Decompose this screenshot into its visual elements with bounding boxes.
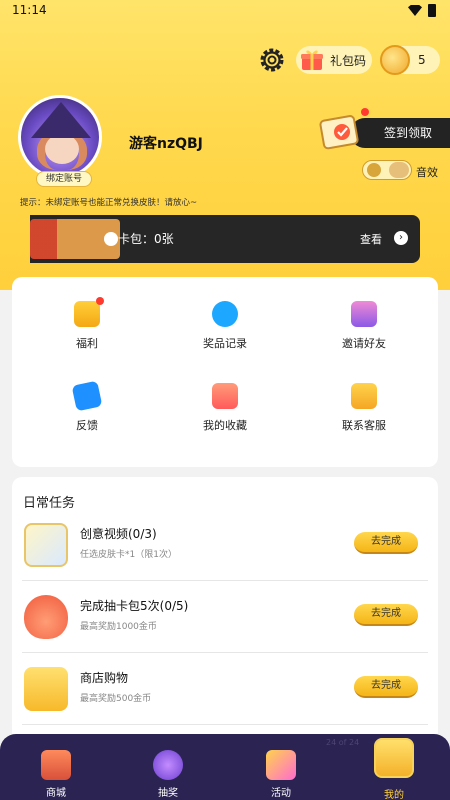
calendar-check-icon[interactable] bbox=[316, 110, 364, 150]
wifi-icon bbox=[408, 5, 422, 16]
shop-icon bbox=[41, 750, 71, 780]
coin-count: 5 bbox=[418, 53, 426, 67]
task-go-button[interactable]: 去完成 bbox=[354, 676, 418, 698]
task-subtitle: 最高奖励1000金币 bbox=[80, 622, 157, 632]
signin-button[interactable]: 签到领取 bbox=[350, 118, 450, 148]
money-bag-icon bbox=[24, 595, 68, 639]
grid-item-invite-friends[interactable]: 邀请好友 bbox=[304, 301, 424, 371]
collection-icon bbox=[212, 383, 238, 409]
grid-item-label: 福利 bbox=[76, 337, 98, 350]
task-row: 完成抽卡包5次(0/5) 最高奖励1000金币 去完成 bbox=[22, 581, 428, 653]
bind-account-badge[interactable]: 绑定账号 bbox=[36, 171, 92, 187]
avatar-hat bbox=[31, 102, 91, 138]
feature-grid: 福利 奖品记录 邀请好友 反馈 我的收藏 联系客服 bbox=[12, 277, 438, 467]
nav-item-shop[interactable]: 商城 bbox=[16, 734, 96, 800]
nav-item-mine-label[interactable]: 我的 bbox=[354, 786, 434, 800]
status-icons bbox=[408, 4, 436, 17]
music-note-icon bbox=[367, 163, 381, 177]
grid-item-label: 我的收藏 bbox=[203, 419, 247, 432]
chat-icon bbox=[71, 380, 103, 412]
signin-badge-dot bbox=[361, 108, 369, 116]
task-subtitle: 最高奖励500金币 bbox=[80, 694, 152, 704]
task-title: 商店购物 bbox=[80, 671, 129, 685]
card-pack-view-label[interactable]: 查看 bbox=[360, 231, 382, 247]
nav-item-lottery[interactable]: 抽奖 bbox=[128, 734, 208, 800]
gift-code-button[interactable]: 礼包码 bbox=[296, 46, 372, 74]
avatar-face bbox=[45, 134, 79, 164]
coin-balance[interactable]: 5 bbox=[380, 45, 440, 75]
task-row: 创意视频(0/3) 任选皮肤卡*1（限1次） 去完成 bbox=[22, 509, 428, 581]
nav-item-activity[interactable]: 活动 bbox=[241, 734, 321, 800]
settings-gear-icon[interactable] bbox=[256, 44, 288, 76]
task-row: 商店购物 最高奖励500金币 去完成 bbox=[22, 653, 428, 725]
task-title: 创意视频(0/3) bbox=[80, 527, 157, 541]
invite-icon bbox=[351, 301, 377, 327]
sound-label: 音效 bbox=[416, 166, 438, 179]
nav-label: 商城 bbox=[46, 788, 66, 799]
gift-bow-icon bbox=[24, 667, 68, 711]
status-bar: 11:14 bbox=[0, 0, 450, 22]
bind-tip: 提示：未绑定账号也能正常兑换皮肤！请放心~ bbox=[20, 198, 198, 208]
gift-code-label: 礼包码 bbox=[330, 53, 367, 68]
grid-item-label: 反馈 bbox=[76, 419, 98, 432]
gift-icon bbox=[301, 50, 323, 70]
grid-item-feedback[interactable]: 反馈 bbox=[27, 380, 147, 453]
toggle-knob bbox=[389, 162, 409, 178]
clock-icon bbox=[212, 301, 238, 327]
task-title: 完成抽卡包5次(0/5) bbox=[80, 599, 189, 613]
support-icon bbox=[351, 383, 377, 409]
party-icon bbox=[266, 750, 296, 780]
profile-crown-icon[interactable] bbox=[374, 738, 414, 778]
gift-box-icon bbox=[74, 297, 104, 327]
grid-item-label: 邀请好友 bbox=[342, 337, 386, 350]
nav-label: 活动 bbox=[271, 788, 291, 799]
chevron-right-icon bbox=[104, 232, 118, 246]
task-go-button[interactable]: 去完成 bbox=[354, 532, 418, 554]
coin-icon bbox=[380, 45, 410, 75]
grid-item-my-collection[interactable]: 我的收藏 bbox=[165, 383, 285, 453]
view-arrow-icon[interactable]: › bbox=[394, 231, 408, 245]
card-pack-count: 卡包：0张 bbox=[118, 232, 174, 246]
nav-label: 抽奖 bbox=[158, 788, 178, 799]
grid-item-label: 奖品记录 bbox=[203, 337, 247, 350]
faint-overlay-text: 24 of 24 bbox=[326, 738, 360, 747]
video-card-icon bbox=[24, 523, 68, 567]
grid-item-prize-records[interactable]: 奖品记录 bbox=[165, 301, 285, 371]
welfare-badge-dot bbox=[96, 297, 104, 305]
battery-icon bbox=[428, 4, 436, 17]
username: 游客nzQBJ bbox=[129, 136, 203, 152]
card-pack-bar[interactable]: 卡包：0张 查看 › bbox=[30, 215, 420, 263]
planet-icon bbox=[153, 750, 183, 780]
grid-item-welfare[interactable]: 福利 bbox=[27, 297, 147, 371]
task-subtitle: 任选皮肤卡*1（限1次） bbox=[80, 550, 177, 560]
grid-item-label: 联系客服 bbox=[342, 419, 386, 432]
grid-item-contact-support[interactable]: 联系客服 bbox=[304, 383, 424, 453]
avatar[interactable] bbox=[18, 95, 102, 179]
task-go-button[interactable]: 去完成 bbox=[354, 604, 418, 626]
status-time: 11:14 bbox=[12, 3, 47, 17]
sound-toggle[interactable] bbox=[362, 160, 412, 180]
